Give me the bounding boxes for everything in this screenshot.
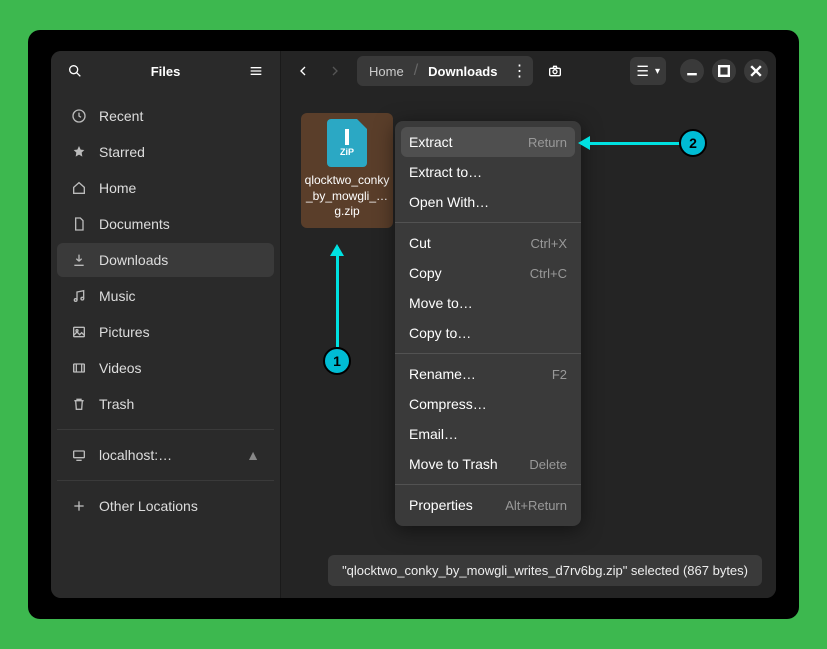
file-item[interactable]: ZiP qlocktwo_conky_by_mowgli_… g.zip	[301, 113, 393, 228]
close-icon	[748, 63, 764, 79]
plus-icon	[71, 498, 87, 514]
zip-file-icon: ZiP	[327, 119, 367, 167]
file-name: qlocktwo_conky_by_mowgli_… g.zip	[303, 173, 391, 220]
sidebar-header: Files	[51, 51, 280, 91]
minimize-icon	[684, 63, 700, 79]
sidebar-item-videos[interactable]: Videos	[57, 351, 274, 385]
sidebar-item-label: Trash	[99, 396, 134, 412]
accelerator: Alt+Return	[505, 498, 567, 513]
menu-separator	[395, 484, 581, 485]
eject-icon[interactable]: ▲	[246, 447, 260, 463]
menu-extract-to[interactable]: Extract to…	[395, 157, 581, 187]
sidebar-item-pictures[interactable]: Pictures	[57, 315, 274, 349]
sidebar-item-label: Documents	[99, 216, 170, 232]
sidebar-item-label: Starred	[99, 144, 145, 160]
accelerator: Return	[528, 135, 567, 150]
accelerator: Ctrl+X	[531, 236, 567, 251]
menu-copy-to[interactable]: Copy to…	[395, 318, 581, 348]
camera-button[interactable]	[541, 57, 569, 85]
menu-move-to-trash[interactable]: Move to TrashDelete	[395, 449, 581, 479]
search-button[interactable]	[59, 55, 91, 87]
chevron-down-icon: ▾	[655, 66, 660, 77]
menu-icon	[248, 63, 264, 79]
sidebar-item-downloads[interactable]: Downloads	[57, 243, 274, 277]
maximize-icon	[716, 63, 732, 79]
breadcrumb-home[interactable]: Home	[359, 64, 414, 79]
file-area[interactable]: ZiP qlocktwo_conky_by_mowgli_… g.zip Ext…	[281, 91, 776, 598]
app-title: Files	[91, 64, 240, 79]
sidebar-item-label: Home	[99, 180, 136, 196]
menu-email[interactable]: Email…	[395, 419, 581, 449]
menu-copy[interactable]: CopyCtrl+C	[395, 258, 581, 288]
menu-open-with[interactable]: Open With…	[395, 187, 581, 217]
annotation-badge-1: 1	[323, 347, 351, 375]
sidebar-item-recent[interactable]: Recent	[57, 99, 274, 133]
hamburger-button[interactable]	[240, 55, 272, 87]
menu-move-to[interactable]: Move to…	[395, 288, 581, 318]
content-area: Home / Downloads ⋮ ☰ ▾ ZiP qlocktwo_con	[281, 51, 776, 598]
file-manager-window: Files Recent Starred Home Documents Down…	[51, 51, 776, 598]
menu-rename[interactable]: Rename…F2	[395, 359, 581, 389]
list-icon: ☰	[636, 63, 649, 80]
sidebar-item-label: localhost:…	[99, 447, 172, 463]
sidebar-item-label: Other Locations	[99, 498, 198, 514]
sidebar-item-music[interactable]: Music	[57, 279, 274, 313]
trash-icon	[71, 396, 87, 412]
menu-cut[interactable]: CutCtrl+X	[395, 228, 581, 258]
camera-icon	[547, 63, 563, 79]
home-icon	[71, 180, 87, 196]
sidebar: Files Recent Starred Home Documents Down…	[51, 51, 281, 598]
download-icon	[71, 252, 87, 268]
maximize-button[interactable]	[712, 59, 736, 83]
breadcrumb-menu[interactable]: ⋮	[507, 61, 531, 81]
sidebar-item-other-locations[interactable]: Other Locations	[57, 489, 274, 523]
annotation-arrow-1	[336, 247, 339, 347]
menu-separator	[395, 222, 581, 223]
menu-extract[interactable]: ExtractReturn	[401, 127, 575, 157]
music-icon	[71, 288, 87, 304]
sidebar-item-label: Music	[99, 288, 136, 304]
breadcrumb: Home / Downloads ⋮	[357, 56, 533, 86]
image-icon	[71, 324, 87, 340]
sidebar-item-label: Pictures	[99, 324, 150, 340]
sidebar-item-documents[interactable]: Documents	[57, 207, 274, 241]
breadcrumb-current[interactable]: Downloads	[418, 64, 507, 79]
video-icon	[71, 360, 87, 376]
clock-icon	[71, 108, 87, 124]
sidebar-item-starred[interactable]: Starred	[57, 135, 274, 169]
sidebar-item-mount[interactable]: localhost:… ▲	[57, 438, 274, 472]
sidebar-item-trash[interactable]: Trash	[57, 387, 274, 421]
file-type-label: ZiP	[340, 147, 354, 157]
status-bar: "qlocktwo_conky_by_mowgli_writes_d7rv6bg…	[328, 555, 762, 586]
menu-separator	[395, 353, 581, 354]
accelerator: Ctrl+C	[530, 266, 567, 281]
close-button[interactable]	[744, 59, 768, 83]
sidebar-separator	[57, 429, 274, 430]
accelerator: F2	[552, 367, 567, 382]
minimize-button[interactable]	[680, 59, 704, 83]
chevron-left-icon	[295, 63, 311, 79]
document-icon	[71, 216, 87, 232]
accelerator: Delete	[529, 457, 567, 472]
star-icon	[71, 144, 87, 160]
toolbar: Home / Downloads ⋮ ☰ ▾	[281, 51, 776, 91]
sidebar-item-home[interactable]: Home	[57, 171, 274, 205]
sidebar-separator	[57, 480, 274, 481]
network-icon	[71, 447, 87, 463]
annotation-arrow-2	[581, 142, 687, 145]
chevron-right-icon	[327, 63, 343, 79]
search-icon	[67, 63, 83, 79]
annotation-badge-2: 2	[679, 129, 707, 157]
view-options[interactable]: ☰ ▾	[630, 57, 666, 85]
menu-compress[interactable]: Compress…	[395, 389, 581, 419]
menu-properties[interactable]: PropertiesAlt+Return	[395, 490, 581, 520]
sidebar-item-label: Videos	[99, 360, 142, 376]
sidebar-item-label: Recent	[99, 108, 143, 124]
sidebar-items: Recent Starred Home Documents Downloads …	[51, 91, 280, 531]
sidebar-item-label: Downloads	[99, 252, 168, 268]
context-menu: ExtractReturn Extract to… Open With… Cut…	[395, 121, 581, 526]
forward-button[interactable]	[321, 57, 349, 85]
back-button[interactable]	[289, 57, 317, 85]
